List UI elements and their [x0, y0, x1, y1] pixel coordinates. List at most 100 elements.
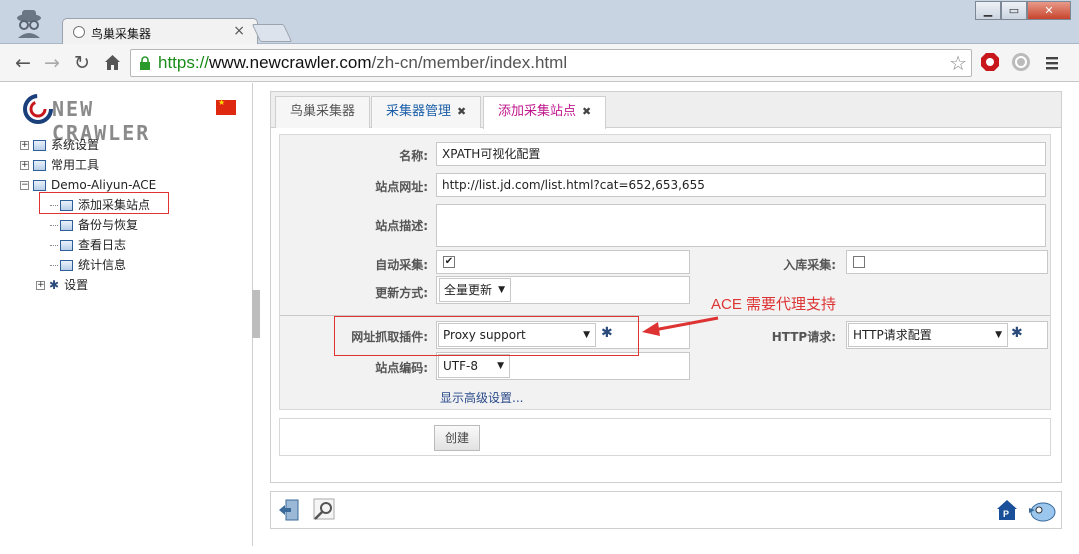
show-advanced-settings-link[interactable]: 显示高级设置... [440, 389, 523, 406]
back-arrow-icon[interactable]: ← [15, 52, 31, 74]
tab-label: 鸟巢采集器 [290, 104, 356, 119]
store-collect-checkbox[interactable] [853, 256, 865, 268]
update-mode-label: 更新方式: [375, 286, 428, 300]
http-request-label: HTTP请求: [771, 330, 836, 344]
lock-icon [140, 56, 150, 70]
tab-label: 采集器管理 [386, 104, 452, 119]
expand-icon[interactable]: + [20, 141, 29, 150]
tab-close-icon[interactable]: ✖ [582, 105, 591, 118]
description-label: 站点描述: [375, 219, 428, 233]
tree-item-label: Demo-Aliyun-ACE [51, 178, 157, 192]
browser-toolbar: ← → ↻ https://www.newcrawler.com/zh-cn/m… [0, 44, 1079, 82]
store-collect-cell [846, 250, 1048, 274]
bird-mascot-icon[interactable] [1027, 498, 1057, 522]
dropdown-arrow-icon: ▼ [497, 361, 504, 371]
name-field[interactable]: XPATH可视化配置 [436, 142, 1046, 166]
store-collect-label: 入库采集: [783, 258, 836, 272]
window-close-button[interactable]: ✕ [1027, 1, 1071, 20]
logout-icon[interactable] [277, 498, 301, 522]
tree-item-settings[interactable]: + ✱ 设置 [20, 275, 156, 295]
tree-item-view-logs[interactable]: 查看日志 [20, 235, 156, 255]
encoding-cell: UTF-8 ▼ [436, 352, 690, 380]
tree-item-system-settings[interactable]: + 系统设置 [20, 135, 156, 155]
url-label: 站点网址: [375, 180, 428, 194]
window-icon [33, 160, 46, 171]
tab-panel: 鸟巢采集器 采集器管理 ✖ 添加采集站点 ✖ 名称: XPATH可视化配置 站点网址… [270, 91, 1062, 483]
china-flag-icon[interactable] [216, 98, 236, 115]
crawler-logo-icon [23, 94, 53, 124]
update-mode-cell: 全量更新 ▼ [436, 276, 690, 304]
tab-strip: 鸟巢采集器 采集器管理 ✖ 添加采集站点 ✖ [271, 92, 1061, 129]
tab-home[interactable]: 鸟巢采集器 [275, 96, 371, 128]
annotation-text: ACE 需要代理支持 [711, 296, 837, 313]
encoding-select[interactable]: UTF-8 ▼ [438, 354, 510, 378]
annotation-arrow [642, 316, 719, 336]
tree-item-label: 系统设置 [51, 138, 100, 152]
tree-item-backup-restore[interactable]: 备份与恢复 [20, 215, 156, 235]
tab-label: 添加采集站点 [498, 104, 577, 119]
site-url-field[interactable]: http://list.jd.com/list.html?cat=652,653… [436, 173, 1046, 197]
tree-item-label: 备份与恢复 [78, 218, 139, 232]
tree-item-label: 设置 [64, 278, 89, 292]
sync-extension-icon[interactable] [1011, 52, 1031, 72]
http-settings-gear-icon[interactable]: ✱ [1011, 325, 1023, 341]
forward-arrow-icon[interactable]: → [44, 52, 60, 74]
list-window-icon [60, 240, 73, 251]
browser-tab-active[interactable]: 鸟巢采集器 × [62, 18, 258, 45]
sidebar-splitter-handle[interactable] [252, 290, 260, 338]
window-icon [33, 140, 46, 151]
bookmark-star-icon[interactable]: ☆ [949, 51, 967, 75]
address-url: https://www.newcrawler.com/zh-cn/member/… [158, 53, 568, 72]
logo: NEW CRAWLER [22, 93, 202, 145]
home-icon[interactable] [104, 54, 121, 71]
create-button[interactable]: 创建 [434, 425, 480, 451]
encoding-label: 站点编码: [375, 361, 428, 375]
auto-collect-cell: ✔ [436, 250, 690, 274]
dropdown-arrow-icon: ▼ [498, 285, 505, 295]
maximize-button[interactable]: ▭ [1001, 1, 1027, 20]
address-bar[interactable]: https://www.newcrawler.com/zh-cn/member/… [130, 49, 972, 77]
highlight-box-url-plugin [334, 316, 639, 356]
auto-collect-checkbox[interactable]: ✔ [443, 256, 455, 268]
search-icon[interactable] [311, 497, 337, 523]
form-actions: 创建 [279, 418, 1051, 456]
adblock-extension-icon[interactable] [980, 52, 1000, 72]
highlight-box-add-site [39, 192, 169, 214]
nav-tree: + 系统设置 + 常用工具 − Demo-Aliyun-ACE 添加采集站点 备份与恢… [20, 135, 156, 295]
auto-collect-label: 自动采集: [375, 258, 428, 272]
tab-add-site[interactable]: 添加采集站点 ✖ [483, 96, 607, 129]
menu-icon[interactable] [1045, 56, 1059, 70]
tree-item-label: 常用工具 [51, 158, 100, 172]
gear-icon: ✱ [49, 278, 60, 292]
tree-item-common-tools[interactable]: + 常用工具 [20, 155, 156, 175]
select-value: UTF-8 [443, 359, 478, 373]
sidebar: NEW CRAWLER + 系统设置 + 常用工具 − Demo-Aliyun-ACE… [8, 83, 253, 546]
update-mode-select[interactable]: 全量更新 ▼ [439, 278, 511, 302]
dropdown-arrow-icon: ▼ [995, 330, 1002, 340]
page-favicon-icon [73, 26, 85, 38]
browser-tab-title: 鸟巢采集器 [91, 27, 152, 41]
name-label: 名称: [399, 149, 428, 163]
minimize-button[interactable]: ▁ [975, 1, 1001, 20]
svg-text:P: P [1003, 509, 1009, 519]
tree-item-statistics[interactable]: 统计信息 [20, 255, 156, 275]
tab-close-icon[interactable]: × [233, 23, 245, 39]
add-site-form: 名称: XPATH可视化配置 站点网址: http://list.jd.com/… [279, 134, 1051, 410]
window-controls: ▁ ▭ ✕ [975, 1, 1071, 21]
expand-icon[interactable]: + [20, 161, 29, 170]
collapse-icon[interactable]: − [20, 181, 29, 190]
reload-icon[interactable]: ↻ [74, 52, 90, 74]
list-window-icon [60, 260, 73, 271]
window-icon [33, 180, 46, 191]
tree-item-label: 统计信息 [78, 258, 127, 272]
select-value: 全量更新 [444, 283, 493, 297]
tree-item-label: 查看日志 [78, 238, 127, 252]
browser-titlebar: 鸟巢采集器 × ▁ ▭ ✕ [0, 0, 1079, 45]
description-textarea[interactable] [436, 204, 1046, 247]
parking-home-icon[interactable]: P [995, 498, 1019, 522]
select-value: HTTP请求配置 [853, 328, 932, 342]
tab-close-icon[interactable]: ✖ [457, 105, 466, 118]
expand-icon[interactable]: + [36, 281, 45, 290]
tab-collector-management[interactable]: 采集器管理 ✖ [371, 96, 482, 128]
http-request-select[interactable]: HTTP请求配置 ▼ [848, 323, 1008, 347]
